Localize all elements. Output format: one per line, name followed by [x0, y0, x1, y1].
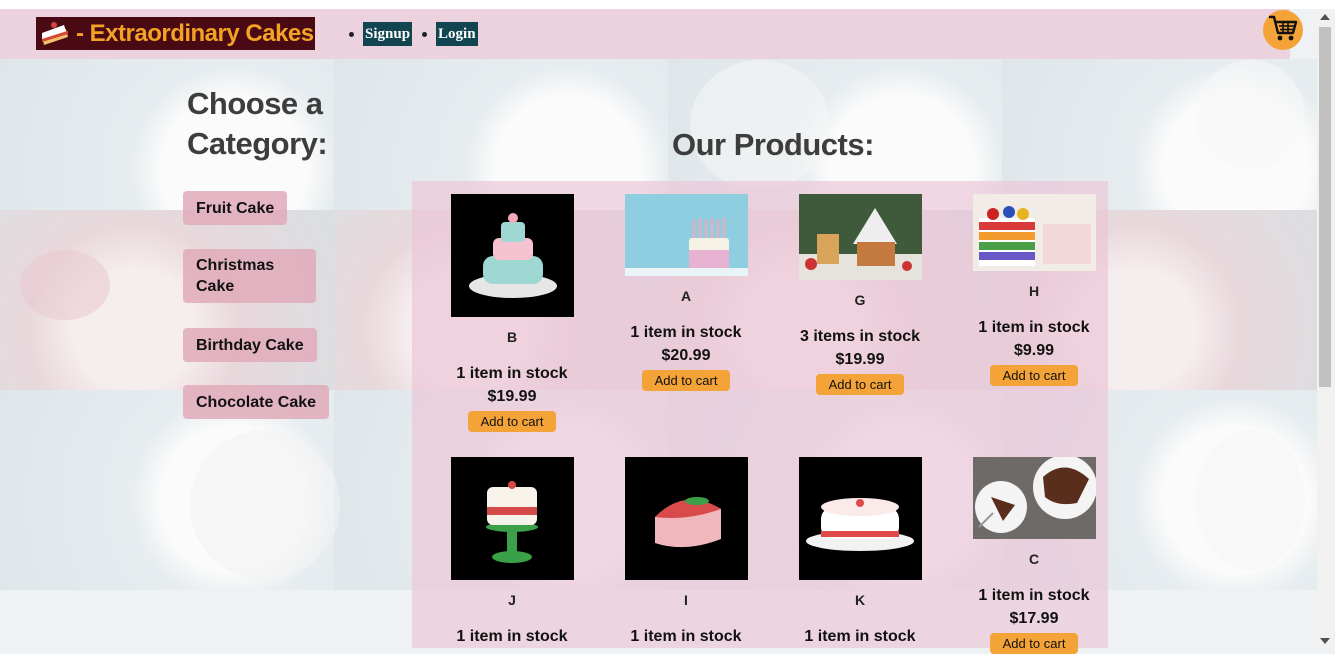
cake-slice-icon: [40, 21, 70, 47]
product-name: A: [680, 288, 692, 304]
shopping-cart-icon: [1268, 14, 1298, 47]
cart-button[interactable]: [1263, 10, 1303, 50]
product-image[interactable]: [798, 457, 922, 580]
product-stock: 1 item in stock: [978, 587, 1090, 604]
product-price: $20.99: [661, 347, 711, 364]
product-image[interactable]: [450, 457, 574, 580]
product-stock: 1 item in stock: [804, 628, 916, 645]
brand-title: - Extraordinary Cakes: [76, 19, 314, 47]
add-to-cart-button[interactable]: Add to cart: [641, 370, 731, 391]
product-name: B: [506, 329, 518, 345]
product-stock: 1 item in stock: [978, 319, 1090, 336]
product-name: K: [854, 592, 866, 608]
product-card: K 1 item in stock: [773, 457, 947, 646]
add-to-cart-button[interactable]: Add to cart: [989, 365, 1079, 386]
signup-link[interactable]: Signup: [363, 22, 413, 46]
category-fruit-cake[interactable]: Fruit Cake: [183, 191, 288, 225]
product-image[interactable]: [624, 194, 748, 276]
category-chocolate-cake[interactable]: Chocolate Cake: [183, 385, 330, 419]
category-birthday-cake[interactable]: Birthday Cake: [183, 328, 317, 362]
scroll-down-arrow[interactable]: [1320, 638, 1330, 644]
product-card: H 1 item in stock $9.99 Add to cart: [947, 194, 1121, 386]
add-to-cart-button[interactable]: Add to cart: [467, 411, 557, 432]
scroll-up-arrow[interactable]: [1320, 14, 1330, 20]
product-stock: 1 item in stock: [456, 365, 568, 382]
product-name: J: [508, 592, 516, 608]
product-card: A 1 item in stock $20.99 Add to cart: [599, 194, 773, 391]
add-to-cart-button[interactable]: Add to cart: [815, 374, 905, 395]
product-card: B 1 item in stock $19.99 Add to cart: [425, 194, 599, 432]
top-strip: [0, 0, 1335, 9]
login-link[interactable]: Login: [436, 22, 478, 46]
product-card: C 1 item in stock $17.99 Add to cart: [947, 457, 1121, 654]
product-stock: 1 item in stock: [456, 628, 568, 645]
add-to-cart-button[interactable]: Add to cart: [989, 633, 1079, 654]
product-card: J 1 item in stock: [425, 457, 599, 646]
product-card: I 1 item in stock: [599, 457, 773, 646]
product-image[interactable]: [972, 194, 1096, 271]
products-heading: Our Products:: [672, 127, 874, 162]
product-stock: 1 item in stock: [630, 324, 742, 341]
product-price: $19.99: [487, 388, 537, 405]
category-christmas-cake[interactable]: Christmas Cake: [183, 249, 316, 303]
product-image[interactable]: [798, 194, 922, 280]
product-stock: 3 items in stock: [799, 328, 921, 345]
product-price: $9.99: [1013, 342, 1055, 359]
product-card: G 3 items in stock $19.99 Add to cart: [773, 194, 947, 395]
bullet: [349, 31, 354, 37]
product-image[interactable]: [624, 457, 748, 580]
bullet: [422, 31, 428, 37]
nav-links: Signup Login: [346, 22, 478, 46]
category-heading: Choose a Category:: [187, 86, 328, 161]
product-price: $19.99: [835, 351, 885, 368]
product-price: $17.99: [1009, 610, 1059, 627]
product-image[interactable]: [450, 194, 574, 317]
product-name: C: [1028, 551, 1040, 567]
product-stock: 1 item in stock: [630, 628, 742, 645]
product-image[interactable]: [972, 457, 1096, 539]
scrollbar-thumb[interactable]: [1319, 27, 1331, 387]
logo[interactable]: - Extraordinary Cakes: [36, 17, 315, 50]
product-name: G: [854, 292, 866, 308]
product-name: H: [1028, 283, 1040, 299]
product-name: I: [684, 592, 688, 608]
